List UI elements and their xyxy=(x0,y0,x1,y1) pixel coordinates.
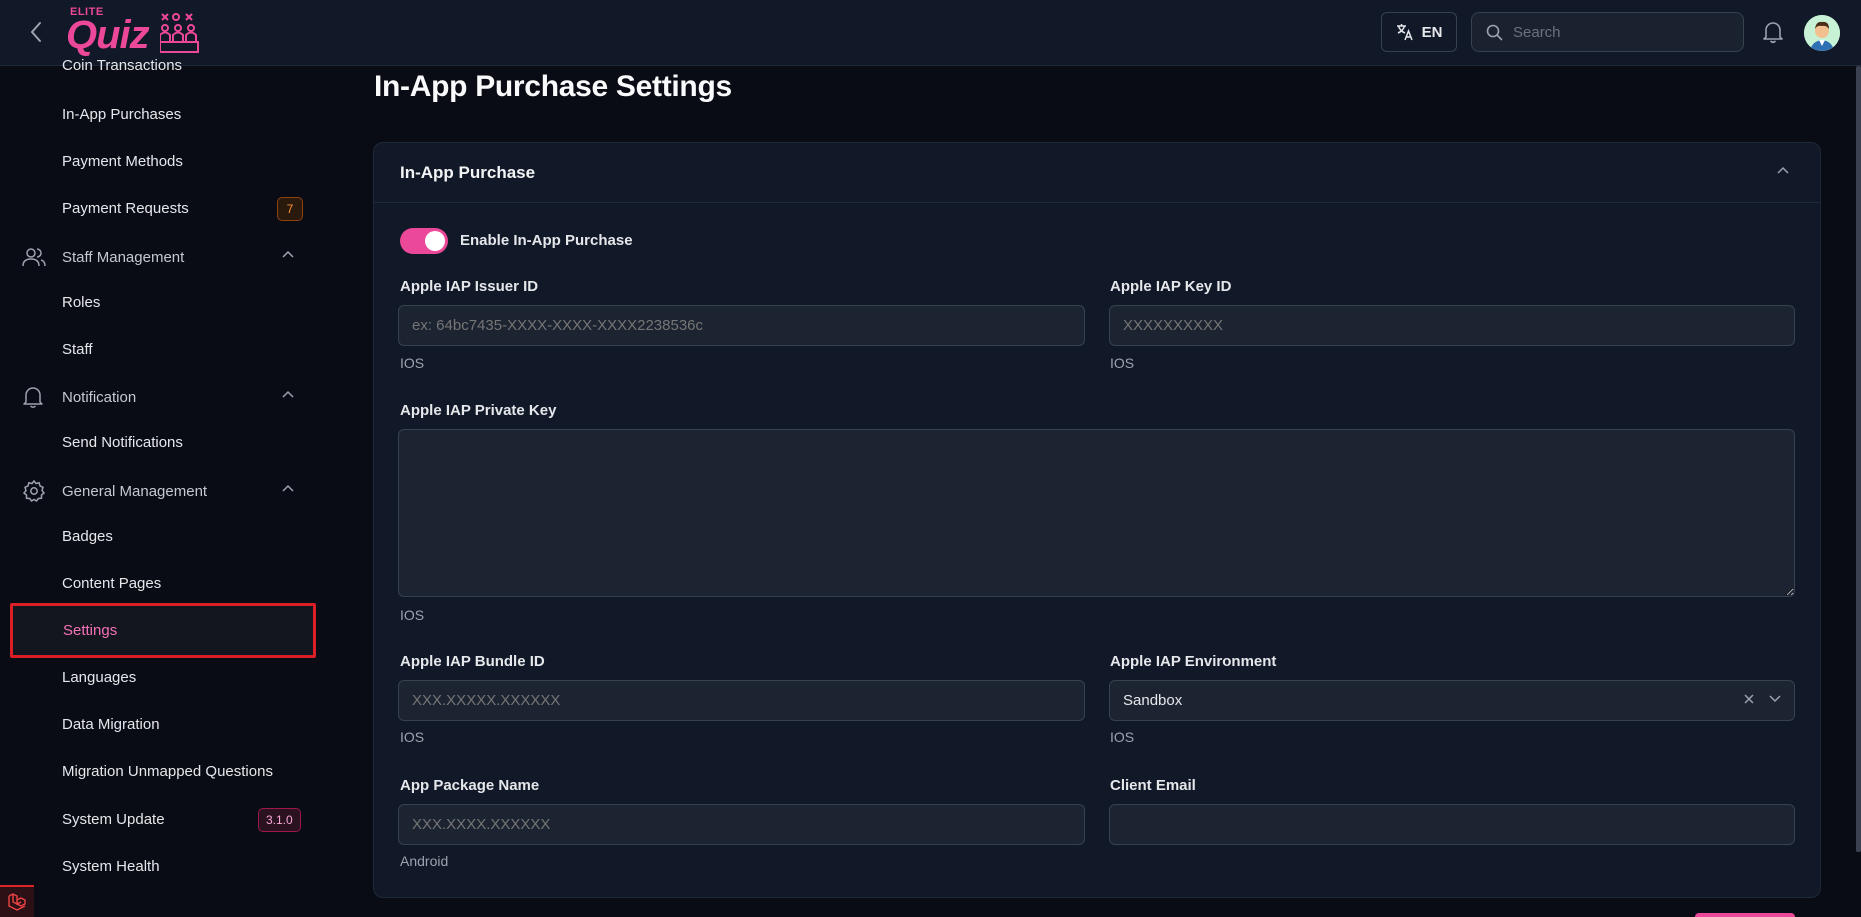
chevron-up-icon xyxy=(282,484,294,492)
sidebar-group-label: Notification xyxy=(62,388,137,406)
sidebar-group-label: General Management xyxy=(62,482,208,500)
page-scrollbar[interactable] xyxy=(1856,66,1861,852)
bundle-id-label: Apple IAP Bundle ID xyxy=(400,653,545,670)
key-id-hint: IOS xyxy=(1110,355,1135,371)
logo-quiz-text: Quiz xyxy=(66,13,150,57)
search-box[interactable] xyxy=(1471,12,1744,52)
client-email-label: Client Email xyxy=(1110,777,1196,794)
translate-icon xyxy=(1396,24,1413,41)
sidebar-item-system-update[interactable]: System Update xyxy=(62,808,165,832)
notifications-bell[interactable] xyxy=(1762,20,1786,44)
search-input[interactable] xyxy=(1513,23,1713,41)
chevron-up-icon[interactable] xyxy=(1776,165,1790,175)
client-email-input[interactable] xyxy=(1109,804,1795,845)
enable-iap-label: Enable In-App Purchase xyxy=(460,232,633,249)
sidebar-item-send-notifications[interactable]: Send Notifications xyxy=(62,431,183,455)
bell-icon xyxy=(1763,22,1783,44)
bundle-id-hint: IOS xyxy=(400,729,425,745)
environment-hint: IOS xyxy=(1110,729,1135,745)
key-id-label: Apple IAP Key ID xyxy=(1110,278,1232,295)
avatar-image xyxy=(1804,15,1840,51)
chevron-down-icon xyxy=(1769,695,1781,703)
page-title: In-App Purchase Settings xyxy=(374,70,732,103)
clear-icon[interactable] xyxy=(1742,692,1756,706)
private-key-textarea[interactable] xyxy=(398,429,1795,597)
issuer-id-input[interactable] xyxy=(398,305,1085,346)
private-key-hint: IOS xyxy=(400,607,425,623)
sidebar-group-label: Staff Management xyxy=(62,248,185,266)
sidebar-item-in-app-purchases[interactable]: In-App Purchases xyxy=(62,103,181,127)
search-icon xyxy=(1486,24,1503,40)
in-app-purchase-card: In-App Purchase Enable In-App Purchase A… xyxy=(373,142,1821,898)
bell-outline-icon xyxy=(22,385,52,409)
users-icon xyxy=(22,245,52,269)
language-label: EN xyxy=(1421,23,1443,41)
sidebar-item-staff[interactable]: Staff xyxy=(62,338,93,362)
toggle-knob xyxy=(425,231,445,251)
package-name-input[interactable] xyxy=(398,804,1085,845)
sidebar-item-payment-methods[interactable]: Payment Methods xyxy=(62,150,183,174)
package-name-label: App Package Name xyxy=(400,777,540,794)
sidebar-group-general-management[interactable]: General Management xyxy=(22,477,307,505)
top-bar: ELITE Quiz EN xyxy=(0,0,1861,66)
sidebar-item-migration-unmapped-questions[interactable]: Migration Unmapped Questions xyxy=(62,760,273,784)
sidebar-item-roles[interactable]: Roles xyxy=(62,291,100,315)
sidebar-item-languages[interactable]: Languages xyxy=(62,666,136,690)
environment-value: Sandbox xyxy=(1123,692,1183,709)
sidebar-item-data-migration[interactable]: Data Migration xyxy=(62,713,160,737)
private-key-label: Apple IAP Private Key xyxy=(400,402,557,419)
sidebar-group-staff-management[interactable]: Staff Management xyxy=(22,243,307,271)
version-badge: 3.1.0 xyxy=(258,808,301,832)
bundle-id-input[interactable] xyxy=(398,680,1085,721)
enable-iap-toggle[interactable] xyxy=(400,228,448,254)
payment-requests-count-badge: 7 xyxy=(277,197,303,221)
language-switcher[interactable]: EN xyxy=(1381,12,1457,52)
sidebar-item-badges[interactable]: Badges xyxy=(62,525,113,549)
sidebar-group-notification[interactable]: Notification xyxy=(22,383,307,411)
issuer-id-hint: IOS xyxy=(400,355,425,371)
environment-label: Apple IAP Environment xyxy=(1110,653,1277,670)
issuer-id-label: Apple IAP Issuer ID xyxy=(400,278,539,295)
user-avatar[interactable] xyxy=(1804,15,1840,51)
sidebar-item-coin-transactions[interactable]: Coin Transactions xyxy=(62,54,182,78)
logo-people-icon xyxy=(160,13,199,53)
chevron-left-icon xyxy=(30,22,41,42)
laravel-icon xyxy=(8,893,26,911)
chevron-up-icon xyxy=(282,390,294,398)
sidebar-item-system-health[interactable]: System Health xyxy=(62,855,160,879)
sidebar-item-payment-requests[interactable]: Payment Requests xyxy=(62,197,189,221)
sidebar-item-settings[interactable]: Settings xyxy=(63,619,117,643)
card-header[interactable]: In-App Purchase xyxy=(374,143,1820,203)
sidebar-item-settings-active[interactable]: Settings xyxy=(10,603,316,658)
app-root: ELITE Quiz EN Search Coin Transactions I… xyxy=(0,0,1861,917)
sidebar-item-content-pages[interactable]: Content Pages xyxy=(62,572,161,596)
laravel-debug-button[interactable] xyxy=(0,885,34,917)
environment-select[interactable]: Sandbox xyxy=(1109,680,1795,721)
back-button[interactable] xyxy=(22,18,50,46)
chevron-up-icon xyxy=(282,250,294,258)
package-name-hint: Android xyxy=(400,853,449,869)
card-title: In-App Purchase xyxy=(400,162,536,182)
key-id-input[interactable] xyxy=(1109,305,1795,346)
save-button-edge[interactable] xyxy=(1695,913,1795,917)
gear-icon xyxy=(22,479,52,503)
app-logo[interactable]: ELITE Quiz xyxy=(62,4,212,58)
sidebar: Coin Transactions In-App Purchases Payme… xyxy=(0,57,316,917)
